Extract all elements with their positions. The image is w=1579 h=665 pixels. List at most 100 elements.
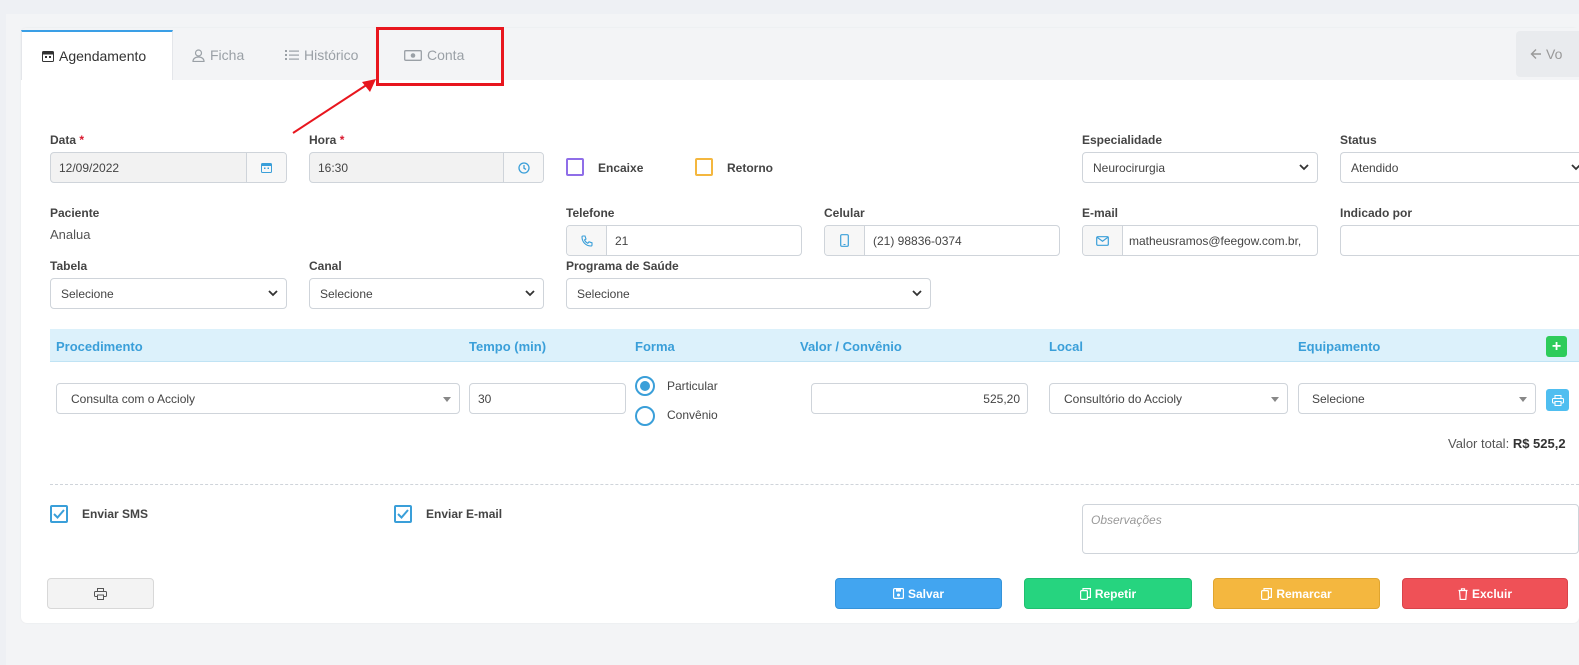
copy-icon (1079, 587, 1091, 600)
print-procedure-button[interactable] (1546, 389, 1569, 411)
programa-value: Selecione (577, 286, 630, 301)
celular-value: (21) 98836-0374 (873, 233, 962, 248)
hora-value: 16:30 (318, 160, 349, 175)
valor-total: Valor total: R$ 525,2 (1448, 436, 1566, 451)
especialidade-value: Neurocirurgia (1093, 160, 1166, 175)
header-tempo: Tempo (min) (469, 339, 547, 354)
hora-label: Hora * (309, 133, 345, 147)
excluir-button[interactable]: Excluir (1402, 578, 1568, 609)
tempo-value: 30 (478, 391, 492, 406)
tab-agendamento[interactable]: Agendamento (21, 30, 173, 80)
back-button[interactable]: Vo (1516, 31, 1579, 77)
celular-field[interactable]: (21) 98836-0374 (824, 225, 1060, 256)
repetir-button[interactable]: Repetir (1024, 578, 1192, 609)
list-icon (285, 50, 299, 60)
local-select[interactable]: Consultório do Accioly (1049, 383, 1288, 414)
email-checkbox[interactable] (394, 505, 412, 523)
sms-checkbox[interactable] (50, 505, 68, 523)
hora-field[interactable]: 16:30 (309, 152, 544, 183)
retorno-label: Retorno (727, 161, 773, 175)
forma-convenio-label: Convênio (667, 408, 718, 422)
mobile-icon (840, 234, 849, 247)
tab-historico[interactable]: Histórico (285, 30, 358, 80)
phone-addon (567, 226, 607, 255)
header-equipamento: Equipamento (1298, 339, 1381, 354)
tab-historico-label: Histórico (304, 47, 359, 63)
telefone-value: 21 (615, 233, 629, 248)
especialidade-label: Especialidade (1082, 133, 1163, 147)
header-valor: Valor / Convênio (800, 339, 902, 354)
checkmark-icon (397, 509, 409, 519)
header-local: Local (1049, 339, 1083, 354)
tabela-label: Tabela (50, 259, 88, 273)
header-procedimento: Procedimento (56, 339, 143, 354)
equipamento-value: Selecione (1312, 391, 1365, 406)
phone-icon (580, 234, 593, 247)
equipamento-select[interactable]: Selecione (1298, 383, 1536, 414)
user-icon (192, 48, 205, 62)
telefone-label: Telefone (566, 206, 615, 220)
indicado-label: Indicado por (1340, 206, 1412, 220)
status-select[interactable]: Atendido (1340, 152, 1579, 183)
email-label: E-mail (1082, 206, 1119, 220)
data-field[interactable]: 12/09/2022 (50, 152, 287, 183)
encaixe-checkbox[interactable] (566, 158, 584, 176)
paciente-value: Analua (50, 227, 91, 242)
valor-field[interactable]: 525,20 (811, 383, 1028, 414)
telefone-field[interactable]: 21 (566, 225, 802, 256)
remarcar-label: Remarcar (1276, 586, 1332, 601)
programa-label: Programa de Saúde (566, 259, 679, 273)
remarcar-button[interactable]: Remarcar (1213, 578, 1380, 609)
email-addon (1083, 226, 1123, 255)
print-button[interactable] (47, 578, 154, 609)
forma-particular-label: Particular (667, 379, 718, 393)
save-icon (892, 588, 904, 599)
section-divider (50, 484, 1579, 485)
tabela-select[interactable]: Selecione (50, 278, 287, 309)
indicado-field[interactable] (1340, 225, 1579, 256)
canal-select[interactable]: Selecione (309, 278, 544, 309)
repetir-label: Repetir (1094, 586, 1137, 601)
highlight-box (376, 27, 504, 86)
caret-down-icon (1519, 397, 1527, 402)
chevron-down-icon (525, 290, 535, 297)
tempo-field[interactable]: 30 (469, 383, 626, 414)
salvar-button[interactable]: Salvar (835, 578, 1002, 609)
clock-icon (517, 161, 530, 174)
status-label: Status (1340, 133, 1377, 147)
tab-agendamento-label: Agendamento (59, 48, 147, 64)
observacoes-textarea[interactable]: Observações (1082, 504, 1579, 554)
chevron-down-icon (1571, 164, 1579, 171)
tab-ficha[interactable]: Ficha (192, 30, 244, 80)
procedimento-select[interactable]: Consulta com o Accioly (56, 383, 460, 414)
email-value: matheusramos@feegow.com.br, (1129, 233, 1302, 248)
email-field[interactable]: matheusramos@feegow.com.br, (1082, 225, 1318, 256)
tab-ficha-label: Ficha (210, 47, 245, 63)
checkmark-icon (53, 509, 65, 519)
chevron-down-icon (912, 290, 922, 297)
retorno-checkbox[interactable] (695, 158, 713, 176)
copy-icon (1261, 587, 1273, 600)
forma-convenio-radio[interactable] (635, 406, 655, 426)
chevron-down-icon (268, 290, 278, 297)
programa-select[interactable]: Selecione (566, 278, 931, 309)
excluir-label: Excluir (1471, 586, 1513, 601)
trash-icon (1458, 587, 1468, 600)
back-button-label: Vo (1546, 46, 1563, 62)
status-value: Atendido (1351, 160, 1399, 175)
printer-icon (94, 587, 107, 600)
especialidade-select[interactable]: Neurocirurgia (1082, 152, 1318, 183)
salvar-label: Salvar (907, 586, 945, 601)
canal-label: Canal (309, 259, 342, 273)
calendar-button[interactable] (246, 153, 286, 182)
data-value: 12/09/2022 (59, 160, 120, 175)
arrow-left-icon (1530, 49, 1541, 59)
tab-bar (21, 28, 1579, 80)
envelope-icon (1096, 235, 1109, 246)
celular-label: Celular (824, 206, 865, 220)
clock-button[interactable] (503, 153, 543, 182)
add-procedure-button[interactable]: + (1546, 336, 1567, 357)
forma-particular-radio[interactable] (635, 376, 655, 396)
caret-down-icon (443, 397, 451, 402)
email-notify-label: Enviar E-mail (426, 507, 503, 521)
